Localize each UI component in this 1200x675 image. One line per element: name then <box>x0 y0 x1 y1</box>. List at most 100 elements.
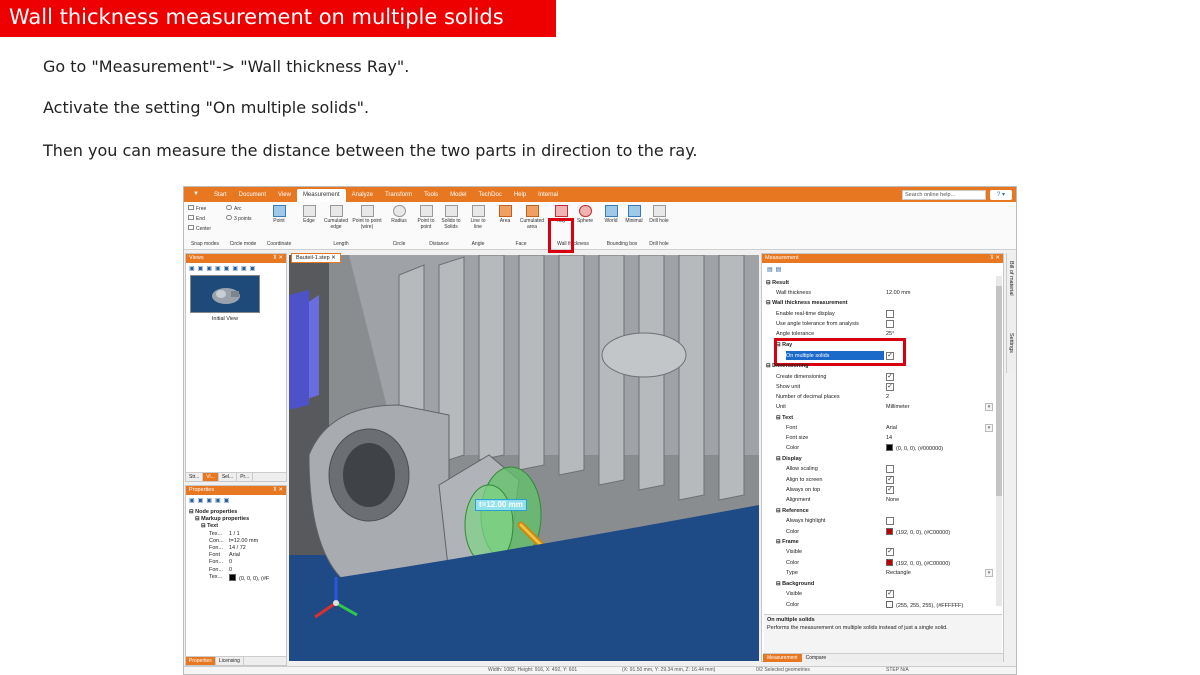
allow-scaling-label: Allow scaling <box>786 466 818 472</box>
property-row[interactable]: Tex... (0, 0, 0), (#F <box>189 573 285 582</box>
cumulated-edge-button[interactable]: Cumulated edge <box>321 205 351 230</box>
solids-to-solids-button[interactable]: Solids to Solids <box>438 205 464 230</box>
vertical-scrollbar[interactable] <box>996 276 1002 606</box>
tab-tools[interactable]: Tools <box>418 189 444 202</box>
font-size-value[interactable]: 14 <box>886 434 892 442</box>
circle-arc-option[interactable]: Arc <box>226 205 242 212</box>
always-on-top-checkbox[interactable]: ✓ <box>886 486 894 494</box>
show-unit-checkbox[interactable]: ✓ <box>886 383 894 391</box>
text-color-value[interactable]: (0, 0, 0), (#000000) <box>886 444 943 453</box>
tab-profiles[interactable]: Pr... <box>237 473 254 481</box>
bounding-box-world-button[interactable]: World <box>600 205 622 224</box>
background-header: ⊟ Background <box>776 581 815 587</box>
pin-close-icon[interactable]: ⊼ ✕ <box>273 486 283 495</box>
point-to-point-button[interactable]: Point to point <box>414 205 438 230</box>
tab-view[interactable]: View <box>272 189 297 202</box>
tab-selection[interactable]: Sel... <box>219 473 238 481</box>
tab-help[interactable]: Help <box>508 189 532 202</box>
frame-type-dropdown-chevron-icon[interactable]: ▾ <box>985 569 993 577</box>
tab-properties[interactable]: Properties <box>186 657 216 665</box>
tab-measurement[interactable]: Measurement <box>296 189 346 202</box>
area-button[interactable]: Area <box>494 205 516 224</box>
wall-thickness-sphere-button[interactable]: Sphere <box>574 205 596 224</box>
app-menu-button[interactable]: ▼ <box>188 189 204 200</box>
property-row[interactable]: Tex... 1 / 1 <box>189 531 285 538</box>
alignment-label: Alignment <box>786 497 811 503</box>
unit-dropdown-chevron-icon[interactable]: ▾ <box>985 403 993 411</box>
frame-visible-checkbox[interactable]: ✓ <box>886 548 894 556</box>
font-size-label: Font size <box>786 435 809 441</box>
help-button[interactable]: ? ▾ <box>990 190 1012 200</box>
display-header: ⊟ Display <box>776 456 802 462</box>
views-panel-header: Views ⊼ ✕ <box>186 254 286 263</box>
decimal-places-value[interactable]: 2 <box>886 393 889 401</box>
views-toolbar[interactable]: ▣▣▣▣▣▣▣▣ <box>189 265 258 272</box>
bounding-box-minimal-button[interactable]: Minimal <box>622 205 646 224</box>
cumulated-area-button[interactable]: Cumulated area <box>517 205 547 230</box>
enable-realtime-checkbox[interactable] <box>886 310 894 318</box>
reference-header: ⊟ Reference <box>776 508 809 514</box>
edge-button[interactable]: Edge <box>298 205 320 224</box>
align-to-screen-label: Align to screen <box>786 477 823 483</box>
document-tab[interactable]: Bauteil-1.step ✕ <box>291 253 341 263</box>
always-highlight-checkbox[interactable] <box>886 517 894 525</box>
tab-techdoc[interactable]: TechDoc <box>472 189 507 202</box>
radius-button[interactable]: Radius <box>388 205 410 224</box>
tab-compare[interactable]: Compare <box>802 654 831 662</box>
allow-scaling-checkbox[interactable] <box>886 465 894 473</box>
alignment-value[interactable]: None <box>886 496 899 504</box>
search-online-help-input[interactable]: Search online help... <box>902 190 986 200</box>
drill-hole-button[interactable]: Drill hole <box>648 205 670 224</box>
tab-measurement-panel[interactable]: Measurement <box>763 654 802 662</box>
create-dimensioning-checkbox[interactable]: ✓ <box>886 373 894 381</box>
tab-start[interactable]: Start <box>208 189 233 202</box>
point-to-point-wire-button[interactable]: Point to point (wire) <box>352 205 382 230</box>
property-row[interactable]: Con... t=12.00 mm <box>189 538 285 545</box>
line-to-line-button[interactable]: Line to line <box>466 205 490 230</box>
tab-transform[interactable]: Transform <box>379 189 418 202</box>
angle-tolerance-value[interactable]: 25° <box>886 330 894 338</box>
pin-close-icon[interactable]: ⊼ ✕ <box>273 254 283 263</box>
tab-licensing[interactable]: Licensing <box>216 657 244 665</box>
pin-close-icon[interactable]: ⊼ ✕ <box>990 254 1000 263</box>
circle-three-points-option[interactable]: 3 points <box>226 215 252 222</box>
tab-bill-of-material[interactable]: Bill of material <box>1008 261 1014 296</box>
background-color-value[interactable]: (255, 255, 255), (#FFFFFF) <box>886 601 963 610</box>
menu-bar: ▼ Start Document View Measurement Analyz… <box>184 187 1016 202</box>
properties-toolbar[interactable]: ▣▣▣▣▣ <box>189 497 232 504</box>
tab-views[interactable]: Vi... <box>203 473 219 481</box>
snap-free-option[interactable]: Free <box>188 205 206 212</box>
reference-color-value[interactable]: (192, 0, 0), (#C00000) <box>886 528 950 537</box>
tab-internal[interactable]: Internal <box>532 189 564 202</box>
unit-value[interactable]: Millimeter <box>886 403 910 411</box>
frame-color-value[interactable]: (192, 0, 0), (#C00000) <box>886 559 950 568</box>
thickness-dimension-label[interactable]: t=12.00 mm <box>475 499 527 511</box>
property-row[interactable]: Fon... 0 <box>189 559 285 566</box>
property-row[interactable]: Font Arial <box>189 552 285 559</box>
use-angle-tolerance-checkbox[interactable] <box>886 320 894 328</box>
snap-center-option[interactable]: Center <box>188 225 211 232</box>
group-label-length: Length <box>333 241 349 247</box>
measurement-toolbar[interactable]: ▤▤ <box>767 266 784 273</box>
tab-document[interactable]: Document <box>233 189 272 202</box>
properties-grid: ⊟ Node properties ⊟ Markup properties ⊟ … <box>189 509 285 582</box>
property-row[interactable]: Fon... 14 / 72 <box>189 545 285 552</box>
3d-viewport[interactable]: t=12.00 mm <box>289 255 759 661</box>
axis-triad <box>311 573 361 623</box>
property-row[interactable]: Fon... 0 <box>189 567 285 574</box>
tab-analyze[interactable]: Analyze <box>346 189 379 202</box>
tab-model[interactable]: Model <box>444 189 472 202</box>
font-dropdown-chevron-icon[interactable]: ▾ <box>985 424 993 432</box>
align-to-screen-checkbox[interactable]: ✓ <box>886 476 894 484</box>
font-value[interactable]: Arial <box>886 424 897 432</box>
initial-view-thumbnail[interactable] <box>190 275 260 313</box>
solids-icon <box>444 205 458 217</box>
background-visible-checkbox[interactable]: ✓ <box>886 590 894 598</box>
coordinate-point-button[interactable]: Point <box>266 205 292 224</box>
tab-structure[interactable]: Str... <box>186 473 204 481</box>
snap-end-option[interactable]: End <box>188 215 205 222</box>
frame-type-value[interactable]: Rectangle <box>886 569 911 577</box>
frame-visible-label: Visible <box>786 549 803 555</box>
tab-settings[interactable]: Settings <box>1008 333 1014 353</box>
group-label-circle: Circle <box>392 241 406 247</box>
